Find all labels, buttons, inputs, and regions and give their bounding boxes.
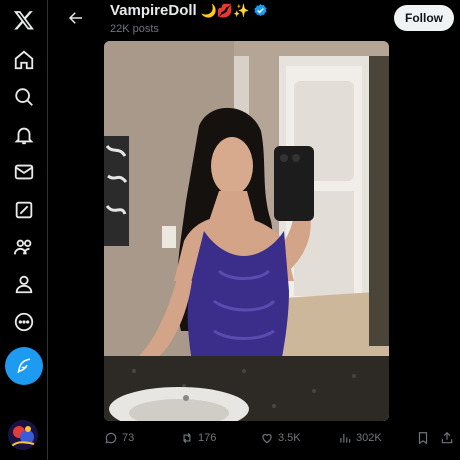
repost-count: 176 [198,432,217,444]
analytics-bar-icon [340,433,351,443]
bookmark-icon [418,432,428,445]
arrow-left-icon [68,12,82,24]
account-avatar[interactable] [8,420,38,450]
left-navigation [0,0,48,460]
feather-quill-icon [17,358,31,374]
repost-icon [183,432,191,444]
repost-button[interactable]: 176 [180,428,216,448]
share-button[interactable] [440,428,454,448]
home-icon[interactable] [4,42,44,78]
post-action-bar: 73 176 3.5K 302K [104,428,456,448]
bookmark-button[interactable] [416,428,430,448]
reply-count: 73 [122,432,135,444]
like-button[interactable]: 3.5K [260,428,301,448]
heart-icon [262,434,272,444]
search-icon[interactable] [4,79,44,115]
notifications-bell-icon[interactable] [4,117,44,153]
views-button[interactable]: 302K [338,428,382,448]
post-button[interactable] [5,347,43,385]
reply-button[interactable]: 73 [104,428,134,448]
post-media-image[interactable] [104,41,389,421]
profile-name: VampireDoll [110,2,197,19]
back-button[interactable] [64,6,88,30]
profile-header-title: VampireDoll 🌙💋✨ [110,2,268,19]
messages-envelope-icon[interactable] [4,154,44,190]
communities-icon[interactable] [4,229,44,265]
posts-count: 22K posts [110,23,159,35]
reply-bubble-icon [105,432,117,444]
share-upload-icon [441,431,453,444]
grok-icon[interactable] [4,192,44,228]
follow-button[interactable]: Follow [394,5,454,31]
view-count: 302K [356,432,382,444]
x-logo-icon[interactable] [4,2,44,38]
like-count: 3.5K [278,432,301,444]
more-circle-icon[interactable] [4,304,44,340]
profile-icon[interactable] [4,266,44,302]
verified-badge-icon [254,3,267,16]
profile-name-emojis: 🌙💋✨ [200,3,250,18]
